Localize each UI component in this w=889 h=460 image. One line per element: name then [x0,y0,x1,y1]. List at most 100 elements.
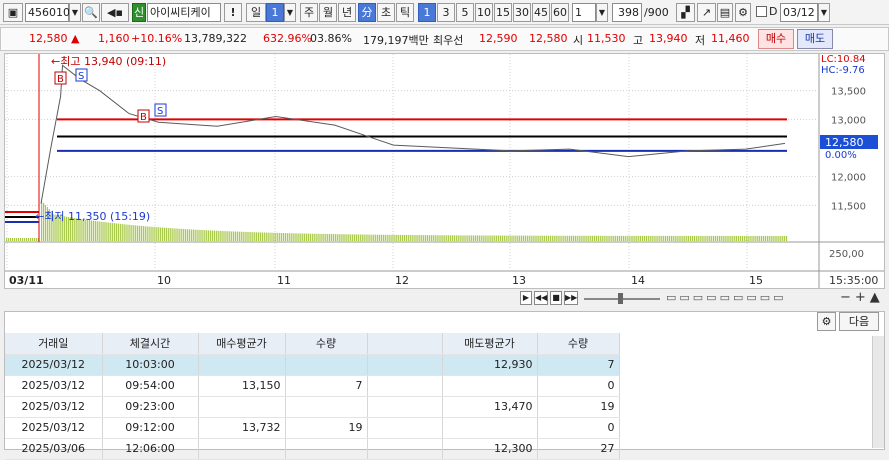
volume-bar [559,235,561,241]
period-month-button[interactable]: 월 [319,3,337,22]
volume-bar [273,232,275,241]
table-row[interactable]: 2025/03/12 09:12:00 13,732 19 0 [5,417,620,439]
period-tick-button[interactable]: 틱 [396,3,414,22]
volume-bar [463,235,465,241]
volume-bar [473,235,475,241]
volume-bar [185,229,187,241]
volume-bar [138,225,141,241]
period-num-input[interactable]: 1 [266,3,284,22]
zoom-icons[interactable]: −+▲ [840,290,884,305]
save-icon[interactable]: ▤ [717,3,733,22]
column-header[interactable]: 매수평균가 [198,333,286,355]
low-label: 저 [695,34,706,47]
volume-bar [643,235,646,241]
grid-gear-icon[interactable]: ⚙ [817,312,836,331]
volume-bar [171,228,173,241]
chart-panel[interactable]: LC:10.84 HC:-9.76 12,580 0.00% 250,00 15… [4,53,885,289]
buy-button[interactable]: 매수 [758,29,794,49]
grid-scrollbar[interactable] [872,336,884,448]
minute-30-button[interactable]: 30 [513,3,531,22]
minute-5-button[interactable]: 5 [456,3,474,22]
column-header[interactable]: 거래일 [5,333,103,355]
minute-3-button[interactable]: 3 [437,3,455,22]
period-day-button[interactable]: 일 [246,3,266,22]
forward-icon[interactable]: ▶▶ [564,291,578,305]
volume-bar [703,235,705,241]
volume-bar [641,235,644,241]
period-minute-button[interactable]: 分 [358,3,376,22]
minute-1-button[interactable]: 1 [418,3,436,22]
speaker-icon[interactable]: ◀▪ [101,3,129,22]
volume-bar [382,234,384,241]
tool-icon[interactable]: ↗ [697,3,716,22]
sell-button[interactable]: 매도 [797,29,833,49]
volume-bar [492,235,494,241]
code-dropdown-icon[interactable]: ▼ [69,3,81,22]
volume-bar [113,223,116,241]
volume-bar [87,219,89,241]
search-icon[interactable]: 🔍 [82,3,100,22]
period-week-button[interactable]: 주 [300,3,318,22]
date-dropdown-icon[interactable]: ▼ [818,3,830,22]
high-price: 13,940 [649,32,688,45]
column-header[interactable]: 수량 [285,333,368,355]
volume-bar [152,226,154,241]
volume-bar [415,235,417,241]
table-cell: 7 [285,375,368,397]
chart-tool-icons[interactable]: ▭▭▭▭▭▭▭▭▭ [666,291,787,304]
column-header[interactable]: 체결시간 [102,333,199,355]
volume-bar [94,220,96,241]
volume-bar [369,234,371,241]
volume-bar [561,235,563,241]
volume-bar [655,235,657,241]
column-header[interactable] [367,333,443,355]
period-second-button[interactable]: 초 [377,3,395,22]
gear-icon[interactable]: ⚙ [735,3,751,22]
table-cell [367,396,443,418]
volume-tick: 250,00 [829,249,864,260]
date-checkbox[interactable] [756,6,767,17]
volume-bar [367,234,369,241]
table-row[interactable]: 2025/03/12 09:23:00 13,470 19 [5,396,620,418]
table-row[interactable]: 2025/03/12 10:03:00 12,930 7 [5,354,620,376]
column-header[interactable]: 수량 [537,333,620,355]
zoom-slider-thumb[interactable] [618,293,623,304]
minute-45-button[interactable]: 45 [532,3,550,22]
interval-input[interactable]: 1 [572,3,596,22]
volume-bar [248,232,250,241]
volume-bar [284,233,287,241]
window-icon[interactable]: ▣ [3,3,23,22]
indicator-icon[interactable]: ▞ [676,3,695,22]
scroll-right-icon[interactable]: ▶ [520,291,532,305]
rewind-icon[interactable]: ◀◀ [534,291,548,305]
stop-icon[interactable]: ■ [550,291,562,305]
count-input[interactable]: 398 [612,3,642,22]
minute-15-button[interactable]: 15 [494,3,512,22]
volume-bar [398,234,400,241]
volume-bar [553,235,555,241]
y-tick-label: 11,500 [831,201,866,212]
price-chart[interactable]: LC:10.84 HC:-9.76 12,580 0.00% 250,00 15… [5,54,884,288]
period-dropdown-icon[interactable]: ▼ [284,3,296,22]
column-header[interactable]: 매도평균가 [442,333,538,355]
volume-bar [156,227,158,241]
volume-bar [403,234,406,241]
volume-bar [567,235,569,241]
warning-button[interactable]: ! [224,3,242,22]
table-row[interactable]: 2025/03/06 12:06:00 12,300 27 [5,438,620,460]
volume-bar [179,228,181,241]
code-input[interactable]: 456010 [25,3,70,22]
volume-bar [436,235,438,241]
volume-bar [384,234,386,241]
next-button[interactable]: 다음 [839,312,879,331]
volume-bar [524,235,527,241]
minute-60-button[interactable]: 60 [551,3,569,22]
table-cell: 13,150 [198,375,286,397]
minute-10-button[interactable]: 10 [475,3,493,22]
table-row[interactable]: 2025/03/12 09:54:00 13,150 7 0 [5,375,620,397]
volume-bar [670,235,672,241]
interval-dropdown-icon[interactable]: ▼ [596,3,608,22]
date-input[interactable]: 03/12 [780,3,818,22]
table-cell: 10:03:00 [102,354,199,376]
period-year-button[interactable]: 년 [338,3,356,22]
